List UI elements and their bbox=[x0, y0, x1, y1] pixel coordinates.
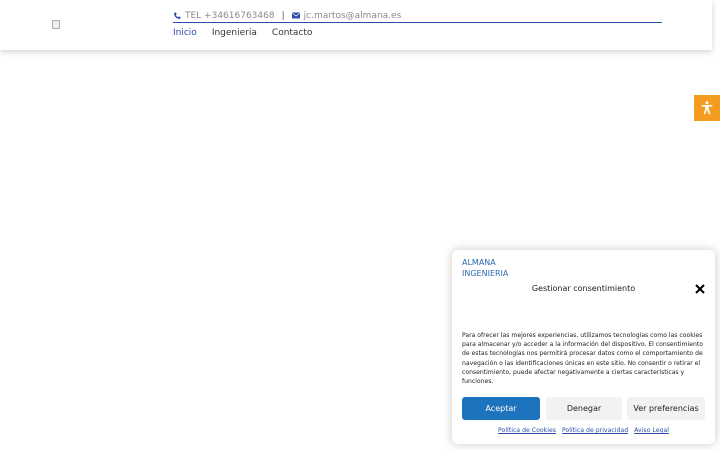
cookie-description: Para ofrecer las mejores experiencias, u… bbox=[462, 332, 703, 386]
phone-icon bbox=[174, 12, 181, 19]
cookie-banner-logo[interactable]: ALMANA INGENIERIA bbox=[462, 257, 522, 277]
contact-bar: TEL +34616763468 | jc.martos@almana.es bbox=[173, 9, 662, 23]
site-header: TEL +34616763468 | jc.martos@almana.es I… bbox=[0, 0, 712, 50]
accessibility-icon bbox=[701, 101, 713, 115]
phone-number[interactable]: TEL +34616763468 bbox=[185, 11, 275, 21]
close-icon[interactable] bbox=[695, 284, 705, 294]
accept-button[interactable]: Aceptar bbox=[462, 397, 540, 420]
cookie-consent-dialog: ALMANA INGENIERIA Gestionar consentimien… bbox=[452, 250, 715, 444]
main-nav: Inicio Ingenieria Contacto bbox=[173, 28, 327, 38]
nav-item-contacto[interactable]: Contacto bbox=[272, 28, 313, 38]
view-preferences-button[interactable]: Ver preferencias bbox=[627, 397, 705, 420]
nav-item-inicio[interactable]: Inicio bbox=[173, 28, 197, 38]
cookie-policy-links: Política de Cookies Política de privacid… bbox=[452, 427, 715, 434]
nav-item-ingenieria[interactable]: Ingenieria bbox=[212, 28, 257, 38]
legal-notice-link[interactable]: Aviso Legal bbox=[634, 427, 669, 434]
email-address[interactable]: jc.martos@almana.es bbox=[304, 11, 402, 21]
cookie-dialog-title: Gestionar consentimiento bbox=[531, 284, 636, 293]
contact-separator: | bbox=[281, 10, 285, 21]
site-logo[interactable] bbox=[52, 20, 60, 29]
cookie-policy-link[interactable]: Política de Cookies bbox=[498, 427, 556, 434]
privacy-policy-link[interactable]: Política de privacidad bbox=[562, 427, 628, 434]
envelope-icon bbox=[291, 12, 300, 19]
accessibility-button[interactable] bbox=[694, 95, 720, 121]
deny-button[interactable]: Denegar bbox=[546, 397, 622, 420]
